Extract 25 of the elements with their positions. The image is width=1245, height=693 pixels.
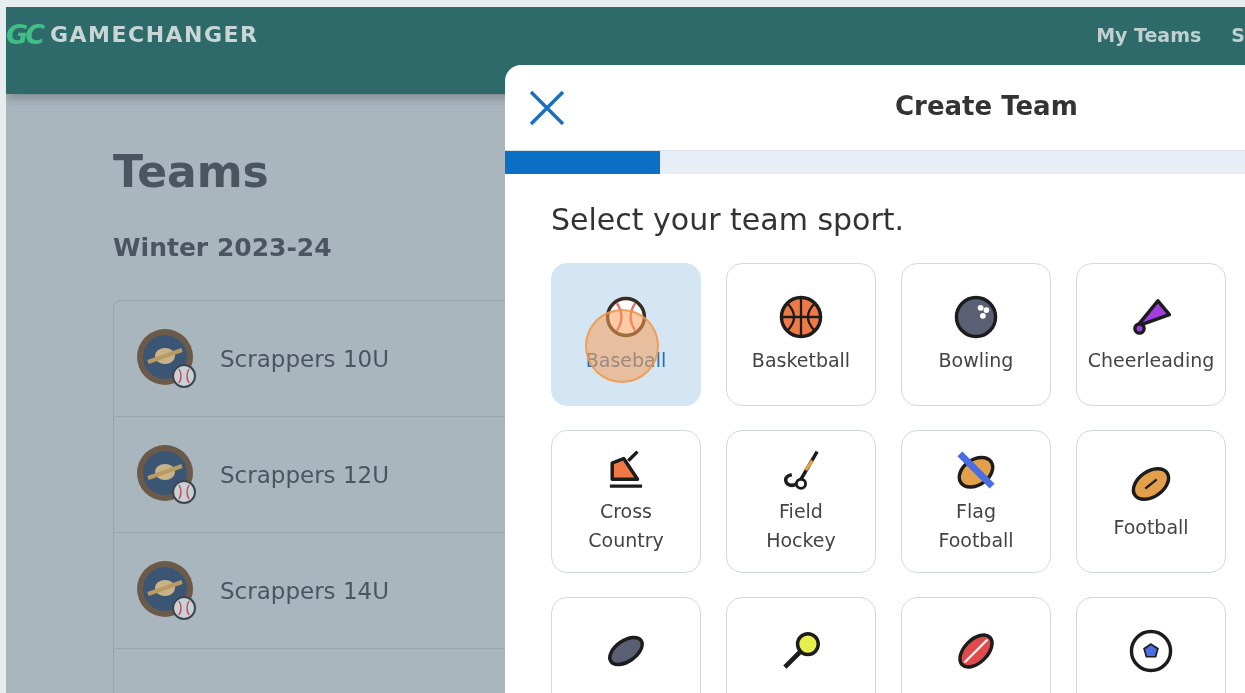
basketball-icon [778,294,824,340]
sport-option[interactable]: Basketball [726,263,876,406]
sport-option[interactable]: Football [1076,430,1226,573]
team-name[interactable]: Scrappers 12U [220,461,389,488]
brand-name: GAMECHANGER [50,22,259,47]
team-name[interactable]: Scrappers 10U [220,345,389,372]
nav-link[interactable]: My Teams [1096,24,1202,46]
bowling-ball-icon [953,294,999,340]
sport-option[interactable]: Field Hockey [726,430,876,573]
sport-option[interactable]: Cheerleading [1076,263,1226,406]
sport-option[interactable]: Bowling [901,263,1051,406]
team-name[interactable]: Scrappers 14U [220,577,389,604]
sport-option[interactable]: Cross Country [551,430,701,573]
modal-title: Create Team [895,91,1078,121]
team-avatar-icon [136,443,198,506]
team-avatar-icon [136,327,198,390]
team-avatar-icon [136,559,198,622]
sport-option[interactable]: Flag Football [901,430,1051,573]
logo-mark: GC [6,19,42,50]
nav-link[interactable]: S [1231,24,1245,46]
soccer-ball-icon [1128,628,1174,674]
page-title: Teams [113,146,269,197]
prompt-heading: Select your team sport. [551,202,906,237]
season-heading: Winter 2023-24 [113,233,332,262]
baseball-icon [603,294,649,340]
